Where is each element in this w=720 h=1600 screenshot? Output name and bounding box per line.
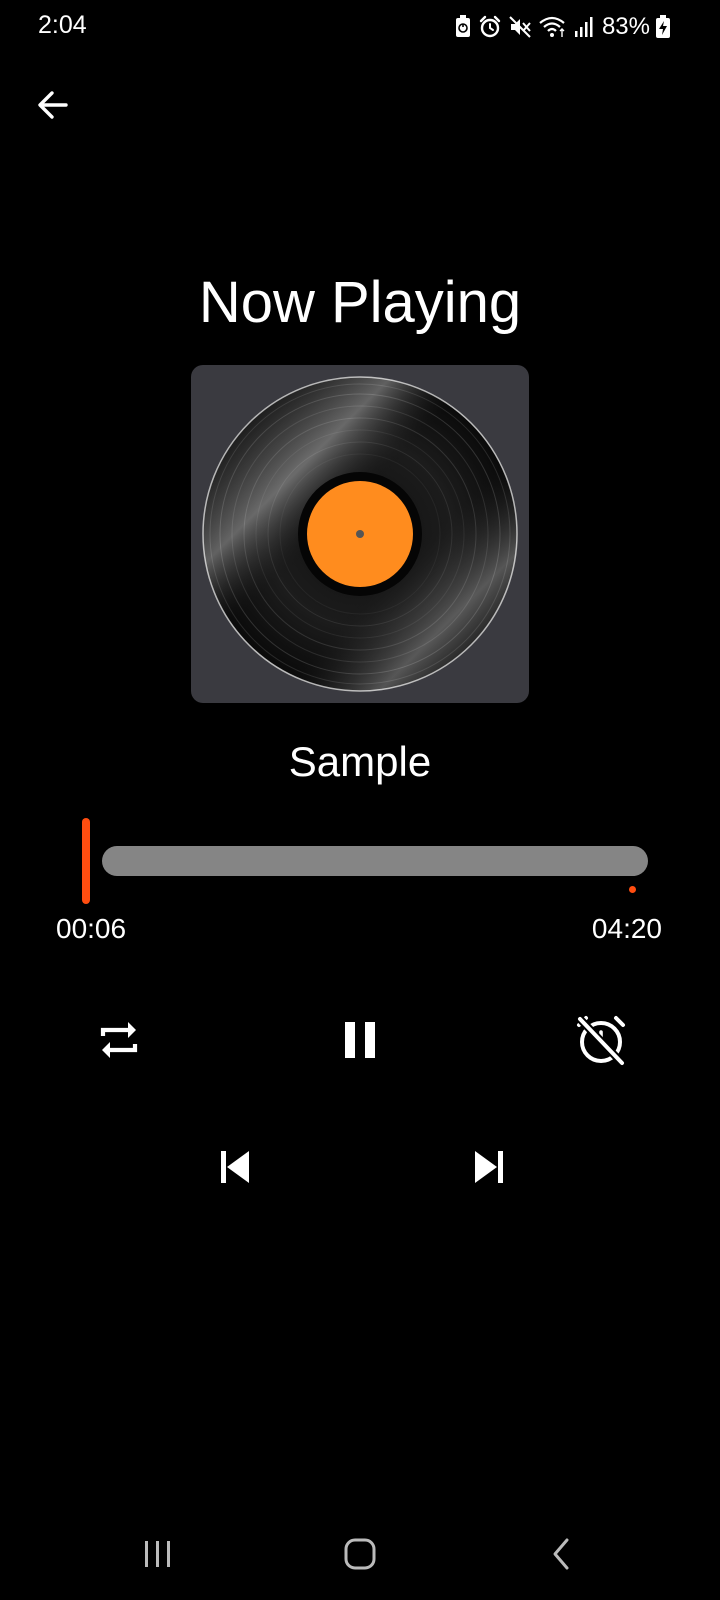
vinyl-record-icon — [202, 376, 518, 692]
back-chevron-icon — [547, 1536, 577, 1577]
repeat-button[interactable] — [92, 1015, 146, 1069]
seek-bar[interactable] — [82, 818, 650, 904]
previous-button[interactable] — [210, 1144, 260, 1194]
status-icons: 83% — [454, 12, 670, 42]
total-time: 04:20 — [591, 913, 662, 944]
track-title: Sample — [288, 738, 432, 785]
back-button[interactable] — [30, 84, 76, 130]
skip-next-icon — [469, 1147, 509, 1192]
repeat-icon — [95, 1016, 143, 1069]
status-bar: 2:04 83% — [0, 0, 720, 54]
skip-previous-icon — [215, 1147, 255, 1192]
home-icon — [342, 1536, 378, 1577]
current-time: 00:06 — [56, 913, 127, 944]
pause-button[interactable] — [333, 1015, 387, 1069]
timer-off-button[interactable] — [572, 1013, 630, 1071]
page-title: Now Playing — [198, 270, 522, 335]
arrow-left-icon — [36, 88, 70, 127]
timer-off-icon — [574, 1013, 628, 1072]
system-nav-bar — [0, 1512, 720, 1600]
recent-apps-button[interactable] — [128, 1530, 188, 1582]
alarm-icon — [478, 15, 502, 39]
status-time: 2:04 — [38, 11, 87, 39]
mute-icon — [508, 15, 532, 39]
system-back-button[interactable] — [532, 1530, 592, 1582]
wifi-icon — [538, 15, 568, 39]
seek-track[interactable] — [102, 846, 648, 893]
battery-charging-icon — [656, 15, 670, 39]
battery-percent: 83% — [601, 13, 650, 40]
pause-icon — [340, 1018, 380, 1067]
seek-end-dot — [629, 886, 636, 893]
battery-saver-icon — [454, 15, 472, 39]
recent-apps-icon — [141, 1539, 175, 1574]
seek-thumb[interactable] — [82, 818, 90, 904]
home-button[interactable] — [330, 1530, 390, 1582]
album-art — [191, 365, 529, 703]
signal-icon — [574, 15, 594, 39]
next-button[interactable] — [464, 1144, 514, 1194]
